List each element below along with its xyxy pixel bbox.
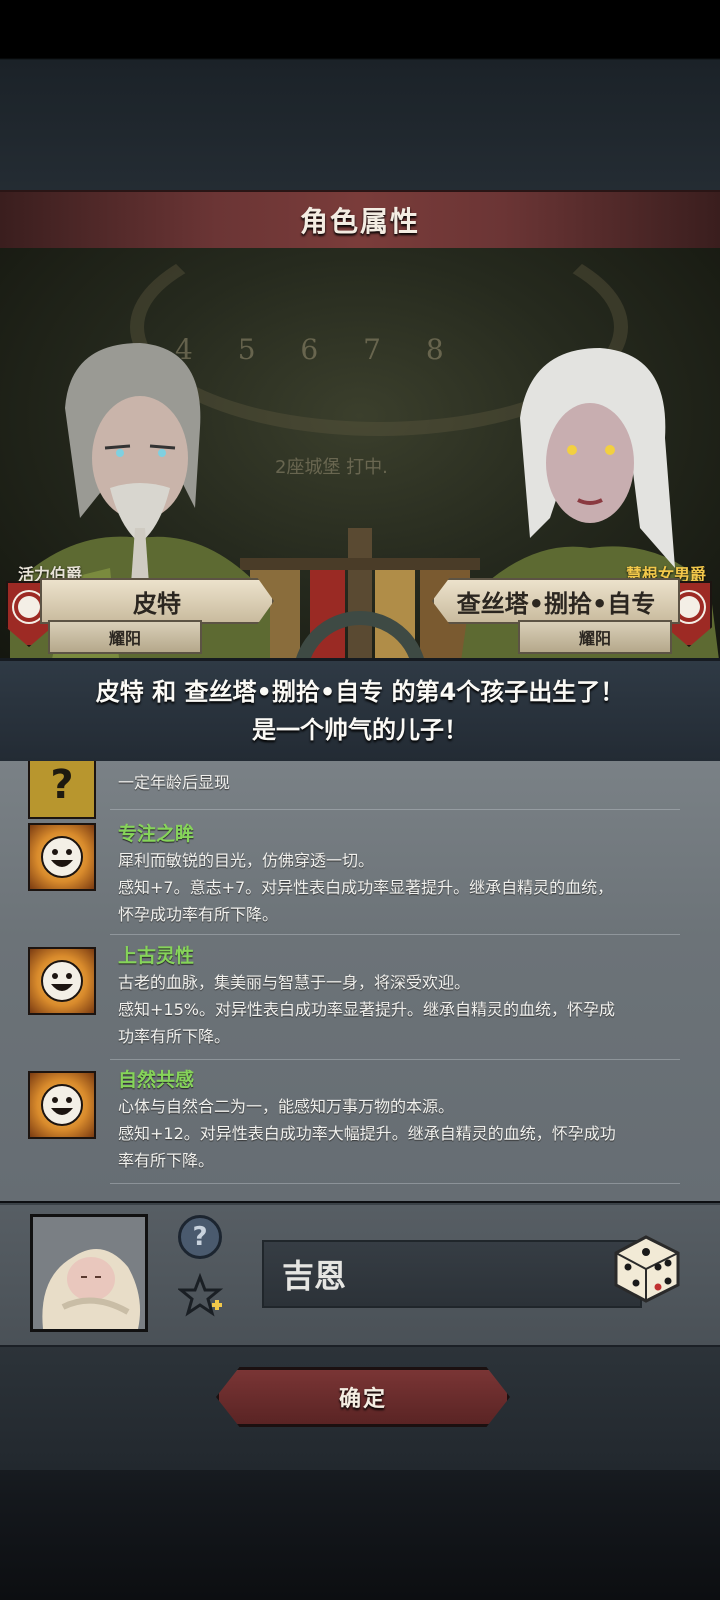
- confirm-button[interactable]: 确定: [216, 1367, 510, 1427]
- trait-description: 一定年龄后显现: [118, 773, 231, 792]
- trait-name: 自然共感: [118, 1069, 195, 1091]
- child-name-field[interactable]: 吉恩: [262, 1240, 642, 1308]
- baby-avatar: [30, 1214, 148, 1332]
- question-mark-icon: ?: [28, 761, 96, 819]
- help-label: ?: [192, 1222, 208, 1252]
- confirm-bar: 确定: [0, 1347, 720, 1470]
- child-info-panel: ? 吉恩: [0, 1203, 720, 1349]
- trait-description: 心体与自然合二为一，能感知万事万物的本源。 感知+12。对异性表白成功率大幅提升…: [118, 1097, 616, 1170]
- trait-description: 犀利而敏锐的目光，仿佛穿透一切。 感知+7。意志+7。对异性表白成功率显著提升。…: [118, 851, 614, 924]
- divider: [110, 809, 680, 810]
- announcement-line2: 是一个帅气的儿子！: [252, 716, 468, 744]
- divider: [110, 934, 680, 935]
- mother-name: 查丝塔•捌拾•自专: [432, 578, 680, 624]
- smiley-sun-icon: [28, 823, 96, 891]
- trait-name: 专注之眸: [118, 823, 195, 845]
- page-title: 角色属性: [299, 205, 420, 238]
- divider: [110, 1059, 680, 1060]
- mother-house: 耀阳: [518, 620, 672, 654]
- dice-randomize-icon[interactable]: [608, 1231, 684, 1307]
- trait-description: 古老的血脉，集美丽与智慧于一身，将深受欢迎。 感知+15%。对异性表白成功率显著…: [118, 973, 615, 1046]
- help-button[interactable]: ?: [178, 1215, 222, 1259]
- parents-scene: 4 5 6 7 8 2座城堡 打中. 活力伯爵 慧根女男爵 皮特 耀阳 查丝塔•…: [0, 248, 720, 668]
- background-caption: 2座城堡 打中.: [275, 457, 388, 478]
- title-bar: 角色属性: [0, 190, 720, 250]
- divider: [110, 1183, 680, 1184]
- favorite-star-add-button[interactable]: [176, 1272, 226, 1321]
- trait-name: 上古灵性: [118, 945, 195, 967]
- birth-announcement: 皮特 和 查丝塔•捌拾•自专 的第4个孩子出生了！ 是一个帅气的儿子！: [0, 658, 720, 764]
- announcement-line1: 皮特 和 查丝塔•捌拾•自专 的第4个孩子出生了！: [95, 678, 625, 706]
- bottom-background: [0, 1470, 720, 1600]
- top-background: [0, 0, 720, 190]
- trait-list[interactable]: ? 一定年龄后显现 专注之眸 犀利而敏锐的目光，仿佛穿透一切。 感知+7。意志+…: [0, 761, 720, 1201]
- father-house: 耀阳: [48, 620, 202, 654]
- star-plus-icon: [176, 1272, 224, 1317]
- smiley-sun-icon: [28, 947, 96, 1015]
- smiley-sun-icon: [28, 1071, 96, 1139]
- father-name: 皮特: [40, 578, 274, 624]
